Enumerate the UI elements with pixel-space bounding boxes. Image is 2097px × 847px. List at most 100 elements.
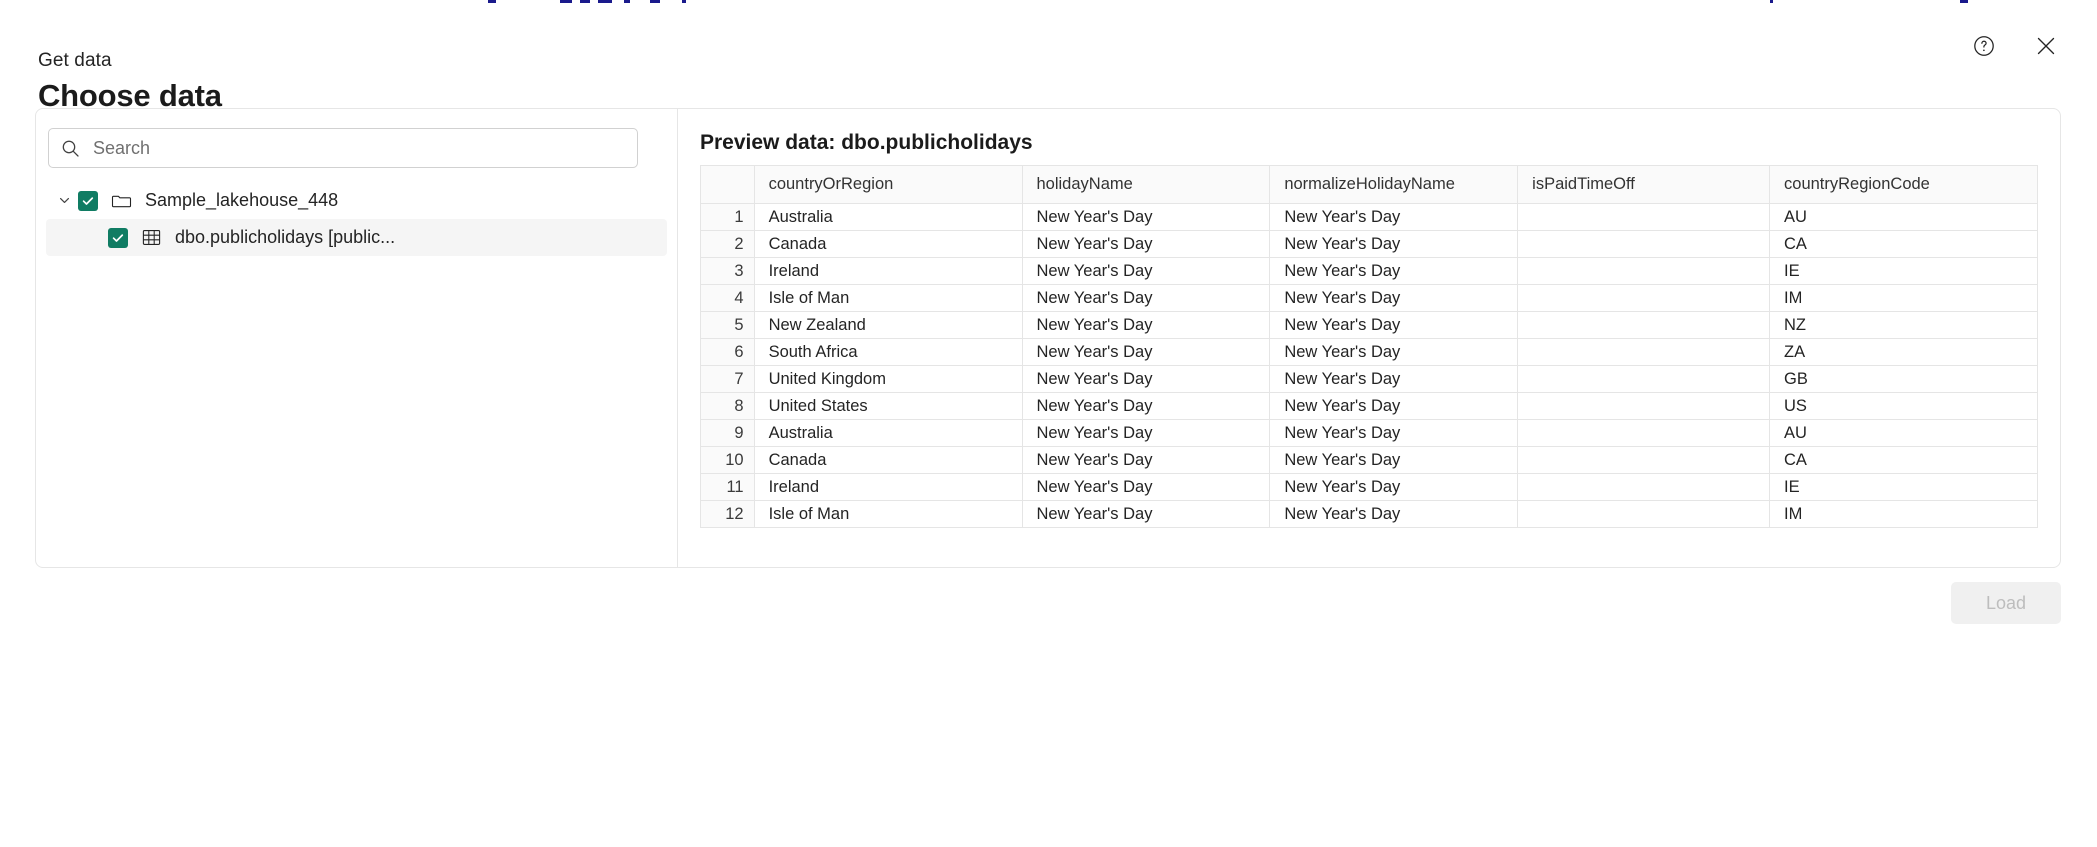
row-number: 4 — [700, 284, 755, 312]
background-page-sliver — [0, 0, 2097, 3]
table-icon — [141, 227, 162, 248]
row-number: 7 — [700, 365, 755, 393]
help-circle-icon — [1972, 34, 1996, 61]
close-button[interactable] — [2029, 30, 2063, 64]
table-cell: United States — [753, 392, 1023, 420]
preview-title: Preview data: dbo.publicholidays — [700, 131, 1033, 154]
dialog-eyebrow: Get data — [38, 50, 112, 71]
table-cell — [1517, 392, 1771, 420]
table-cell — [1517, 500, 1771, 528]
row-number: 11 — [700, 473, 755, 501]
table-cell: New Year's Day — [1269, 500, 1519, 528]
table-cell — [1517, 230, 1771, 258]
table-cell: New Year's Day — [1269, 446, 1519, 474]
table-row[interactable]: 9 Australia New Year's Day New Year's Day AU — [700, 419, 2038, 447]
table-cell: New Year's Day — [1021, 257, 1271, 285]
table-cell — [1517, 419, 1771, 447]
table-cell: New Year's Day — [1269, 365, 1519, 393]
table-row[interactable]: 11 Ireland New Year's Day New Year's Day IE — [700, 473, 2038, 501]
table-cell: NZ — [1769, 311, 2038, 339]
table-header: countryOrRegion holidayName normalizeHol… — [700, 165, 2038, 204]
table-cell: Isle of Man — [753, 284, 1023, 312]
row-number: 3 — [700, 257, 755, 285]
table-row[interactable]: 1 Australia New Year's Day New Year's Day AU — [700, 203, 2038, 231]
preview-grid-wrapper: countryOrRegion holidayName normalizeHol… — [700, 165, 2038, 528]
table-cell: South Africa — [753, 338, 1023, 366]
tree-item-checkbox-lakehouse[interactable] — [78, 190, 98, 211]
row-number: 10 — [700, 446, 755, 474]
table-cell: New Year's Day — [1021, 284, 1271, 312]
table-row[interactable]: 10 Canada New Year's Day New Year's Day CA — [700, 446, 2038, 474]
row-number: 9 — [700, 419, 755, 447]
table-header-row: countryOrRegion holidayName normalizeHol… — [700, 165, 2038, 204]
table-row[interactable]: 7 United Kingdom New Year's Day New Year's … — [700, 365, 2038, 393]
data-source-pane: Sample_lakehouse_448 — [36, 109, 678, 567]
table-row[interactable]: 4 Isle of Man New Year's Day New Year's Day… — [700, 284, 2038, 312]
table-cell: New Year's Day — [1021, 446, 1271, 474]
search-box[interactable] — [48, 128, 638, 168]
table-cell: Canada — [753, 446, 1023, 474]
choose-data-card: Sample_lakehouse_448 — [35, 108, 2061, 568]
table-row[interactable]: 12 Isle of Man New Year's Day New Year's Da… — [700, 500, 2038, 528]
column-header-countryOrRegion[interactable]: countryOrRegion — [753, 165, 1023, 204]
table-row[interactable]: 8 United States New Year's Day New Year's D… — [700, 392, 2038, 420]
table-cell: Isle of Man — [753, 500, 1023, 528]
table-cell: ZA — [1769, 338, 2038, 366]
search-input[interactable] — [91, 136, 625, 160]
row-number: 1 — [700, 203, 755, 231]
table-cell: IE — [1769, 473, 2038, 501]
table-cell: Australia — [753, 419, 1023, 447]
chevron-down-icon[interactable] — [50, 193, 78, 208]
table-cell: Ireland — [753, 257, 1023, 285]
table-cell: New Year's Day — [1021, 203, 1271, 231]
table-row[interactable]: 3 Ireland New Year's Day New Year's Day IE — [700, 257, 2038, 285]
tree-item-label: Sample_lakehouse_448 — [145, 190, 339, 210]
table-cell: New Year's Day — [1021, 500, 1271, 528]
row-number: 6 — [700, 338, 755, 366]
row-number: 8 — [700, 392, 755, 420]
table-cell — [1517, 203, 1771, 231]
table-cell — [1517, 365, 1771, 393]
preview-pane: Preview data: dbo.publicholidays country… — [678, 109, 2060, 567]
tree-item-sample-lakehouse-448[interactable]: Sample_lakehouse_448 — [46, 182, 667, 219]
table-cell: New Year's Day — [1269, 257, 1519, 285]
folder-icon — [111, 190, 132, 211]
tree-item-dbo-publicholidays[interactable]: dbo.publicholidays [public... — [46, 219, 667, 256]
search-icon — [61, 139, 80, 158]
table-cell: New Year's Day — [1269, 338, 1519, 366]
column-header-normalizeHolidayName[interactable]: normalizeHolidayName — [1269, 165, 1519, 204]
tree-item-checkbox-publicholidays[interactable] — [108, 227, 128, 248]
column-header-rownum — [700, 165, 755, 204]
help-button[interactable] — [1967, 30, 2001, 64]
table-cell: GB — [1769, 365, 2038, 393]
column-header-countryRegionCode[interactable]: countryRegionCode — [1769, 165, 2038, 204]
preview-data-table: countryOrRegion holidayName normalizeHol… — [700, 165, 2038, 528]
load-button[interactable]: Load — [1951, 582, 2061, 624]
table-cell — [1517, 446, 1771, 474]
table-cell: New Year's Day — [1269, 473, 1519, 501]
table-cell: New Year's Day — [1021, 365, 1271, 393]
table-cell: US — [1769, 392, 2038, 420]
table-cell: New Zealand — [753, 311, 1023, 339]
column-header-isPaidTimeOff[interactable]: isPaidTimeOff — [1517, 165, 1771, 204]
close-icon — [2033, 33, 2059, 62]
table-cell: AU — [1769, 203, 2038, 231]
table-cell: AU — [1769, 419, 2038, 447]
table-cell: United Kingdom — [753, 365, 1023, 393]
dialog-footer: Load — [0, 568, 2097, 668]
table-row[interactable]: 5 New Zealand New Year's Day New Year's Day… — [700, 311, 2038, 339]
header-actions — [1967, 30, 2063, 64]
data-tree: Sample_lakehouse_448 dbo.publicholidays … — [46, 182, 667, 256]
column-header-holidayName[interactable]: holidayName — [1021, 165, 1271, 204]
row-number: 5 — [700, 311, 755, 339]
table-cell: Canada — [753, 230, 1023, 258]
get-data-dialog: Get data Choose data Search Sample_lakeh… — [0, 4, 2097, 847]
table-cell: New Year's Day — [1269, 311, 1519, 339]
table-row[interactable]: 2 Canada New Year's Day New Year's Day CA — [700, 230, 2038, 258]
table-cell — [1517, 257, 1771, 285]
tree-item-label: dbo.publicholidays [public... — [175, 227, 396, 247]
table-cell: New Year's Day — [1021, 338, 1271, 366]
table-cell: IM — [1769, 284, 2038, 312]
table-cell: Ireland — [753, 473, 1023, 501]
table-row[interactable]: 6 South Africa New Year's Day New Year's Da… — [700, 338, 2038, 366]
